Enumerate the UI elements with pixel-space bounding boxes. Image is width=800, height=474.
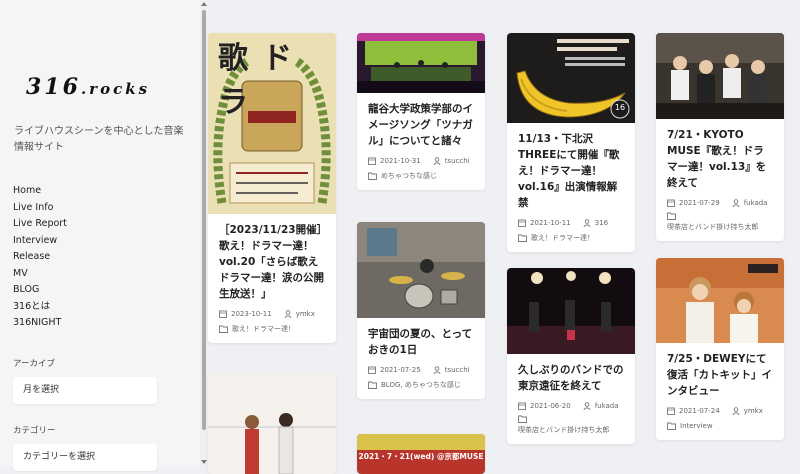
calendar-icon bbox=[368, 366, 376, 374]
folder-icon bbox=[219, 325, 228, 333]
post-card[interactable]: 7/25・DEWEYにて復活「カトキット」インタビュー 2021-07-24 y… bbox=[656, 258, 784, 440]
post-date: 2021-07-25 bbox=[380, 366, 421, 374]
category-label: カテゴリー bbox=[13, 426, 56, 436]
post-title[interactable]: 11/13・下北沢THREEにて開催『歌え！ドラマー達！ vol.16』出演情報… bbox=[518, 131, 625, 211]
post-card[interactable]: 7/21・KYOTO MUSE『歌え！ドラマー達！vol.13』を終えて 202… bbox=[656, 33, 784, 241]
site-tagline: ライブハウスシーンを中心とした音楽情報サイト bbox=[14, 126, 184, 153]
post-thumbnail-photo[interactable] bbox=[208, 374, 336, 474]
calendar-icon bbox=[518, 219, 526, 227]
post-category[interactable]: Interview bbox=[680, 420, 713, 432]
post-category[interactable]: 喫茶店とバンド掛け持ち太郎 bbox=[667, 221, 758, 233]
calendar-icon bbox=[667, 407, 675, 415]
site-logo[interactable]: 316.rocks bbox=[26, 74, 150, 100]
post-category[interactable]: 喫茶店とバンド掛け持ち太郎 bbox=[518, 424, 609, 436]
post-date: 2021-10-11 bbox=[530, 219, 571, 227]
post-thumbnail-live[interactable] bbox=[507, 268, 635, 354]
user-icon bbox=[583, 219, 591, 227]
post-category[interactable]: めちゃつちな感じ bbox=[381, 170, 437, 182]
scrollbar[interactable] bbox=[200, 0, 208, 467]
post-author[interactable]: 316 bbox=[595, 217, 608, 229]
calendar-icon bbox=[219, 310, 227, 318]
scroll-thumb[interactable] bbox=[202, 10, 206, 430]
post-category[interactable]: 歌え！ドラマー達！ bbox=[232, 323, 295, 335]
user-icon bbox=[732, 199, 740, 207]
folder-icon bbox=[667, 212, 676, 220]
post-card[interactable]: 宇宙団の夏の、とっておきの1日 2021-07-25 tsucchi BLOG,… bbox=[357, 222, 485, 399]
folder-icon bbox=[368, 381, 377, 389]
scroll-up-arrow-icon[interactable] bbox=[201, 2, 207, 6]
post-date: 2021-06-20 bbox=[530, 402, 571, 410]
post-card[interactable]: 歌ドラ ［2023/11/23開催］歌え！ドラマー達！vol.20「さらば歌えド… bbox=[208, 33, 336, 343]
calendar-icon bbox=[368, 157, 376, 165]
nav-item-release[interactable]: Release bbox=[13, 249, 67, 266]
post-thumbnail-concert[interactable] bbox=[357, 33, 485, 93]
nav-item-316night[interactable]: 316NIGHT bbox=[13, 315, 67, 332]
post-title[interactable]: 7/25・DEWEYにて復活「カトキット」インタビュー bbox=[667, 351, 774, 399]
folder-icon bbox=[368, 172, 377, 180]
post-thumbnail-banana[interactable]: 16 bbox=[507, 33, 635, 123]
post-card[interactable]: 2021・7・21(wed) @京都MUSE bbox=[357, 434, 485, 474]
nav-item-about[interactable]: 316とは bbox=[13, 299, 67, 316]
volume-badge: 16 bbox=[614, 103, 626, 112]
post-title[interactable]: 宇宙団の夏の、とっておきの1日 bbox=[368, 326, 475, 358]
folder-icon bbox=[518, 415, 527, 423]
post-card[interactable]: 16 11/13・下北沢THREEにて開催『歌え！ドラマー達！ vol.16』出… bbox=[507, 33, 635, 252]
post-author[interactable]: fukada bbox=[595, 400, 619, 412]
post-author[interactable]: tsucchi bbox=[445, 155, 470, 167]
post-thumbnail-banner[interactable]: 2021・7・21(wed) @京都MUSE bbox=[357, 434, 485, 474]
main-nav: Home Live Info Live Report Interview Rel… bbox=[13, 183, 67, 332]
post-title[interactable]: ［2023/11/23開催］歌え！ドラマー達！vol.20「さらば歌えドラマー達… bbox=[219, 222, 326, 302]
post-author[interactable]: fukada bbox=[744, 197, 768, 209]
post-category[interactable]: BLOG, めちゃつちな感じ bbox=[381, 379, 461, 391]
nav-item-blog[interactable]: BLOG bbox=[13, 282, 67, 299]
nav-item-mv[interactable]: MV bbox=[13, 266, 67, 283]
user-icon bbox=[433, 157, 441, 165]
post-thumbnail-studio[interactable] bbox=[357, 222, 485, 318]
post-date: 2023-10-11 bbox=[231, 310, 272, 318]
user-icon bbox=[583, 402, 591, 410]
post-card[interactable]: 久しぶりのバンドでの東京遠征を終えて 2021-06-20 fukada 喫茶店… bbox=[507, 268, 635, 444]
nav-item-live-info[interactable]: Live Info bbox=[13, 200, 67, 217]
calendar-icon bbox=[667, 199, 675, 207]
nav-item-home[interactable]: Home bbox=[13, 183, 67, 200]
scroll-down-arrow-icon[interactable] bbox=[201, 460, 207, 464]
post-author[interactable]: ymkx bbox=[296, 308, 315, 320]
post-card[interactable] bbox=[208, 374, 336, 474]
post-date: 2021-10-31 bbox=[380, 157, 421, 165]
post-author[interactable]: tsucchi bbox=[445, 364, 470, 376]
post-date: 2021-07-29 bbox=[679, 199, 720, 207]
poster-title: 歌ドラ bbox=[218, 41, 306, 120]
post-author[interactable]: ymkx bbox=[744, 405, 763, 417]
sidebar: 316.rocks ライブハウスシーンを中心とした音楽情報サイト Home Li… bbox=[0, 0, 200, 471]
calendar-icon bbox=[518, 402, 526, 410]
folder-icon bbox=[518, 234, 527, 242]
archive-select[interactable]: 月を選択 bbox=[13, 377, 157, 404]
nav-item-interview[interactable]: Interview bbox=[13, 233, 67, 250]
folder-icon bbox=[667, 422, 676, 430]
post-title[interactable]: 7/21・KYOTO MUSE『歌え！ドラマー達！vol.13』を終えて bbox=[667, 127, 774, 191]
post-date: 2021-07-24 bbox=[679, 407, 720, 415]
user-icon bbox=[732, 407, 740, 415]
banner-date-text: 2021・7・21(wed) @京都MUSE bbox=[358, 452, 484, 461]
post-thumbnail-duo[interactable] bbox=[656, 258, 784, 343]
nav-item-live-report[interactable]: Live Report bbox=[13, 216, 67, 233]
user-icon bbox=[284, 310, 292, 318]
user-icon bbox=[433, 366, 441, 374]
post-category[interactable]: 歌え！ドラマー達！ bbox=[531, 232, 594, 244]
archive-label: アーカイブ bbox=[13, 359, 55, 369]
post-thumbnail-poster[interactable]: 歌ドラ bbox=[208, 33, 336, 214]
post-title[interactable]: 龍谷大学政策学部のイメージソング「ツナガル」についてと諸々 bbox=[368, 101, 475, 149]
post-thumbnail-group[interactable] bbox=[656, 33, 784, 119]
post-card[interactable]: 龍谷大学政策学部のイメージソング「ツナガル」についてと諸々 2021-10-31… bbox=[357, 33, 485, 190]
post-title[interactable]: 久しぶりのバンドでの東京遠征を終えて bbox=[518, 362, 625, 394]
